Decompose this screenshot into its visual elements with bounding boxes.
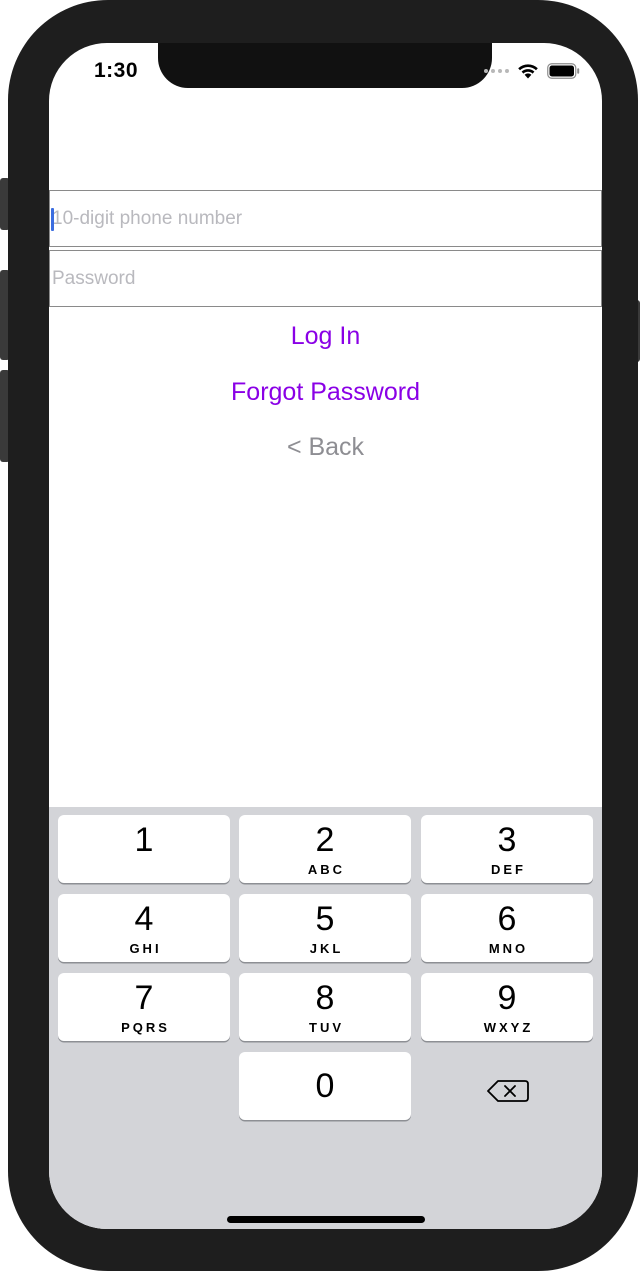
- password-input[interactable]: [50, 251, 601, 306]
- forgot-password-button[interactable]: Forgot Password: [49, 378, 602, 407]
- key-2[interactable]: 2 ABC: [239, 815, 411, 883]
- key-8[interactable]: 8 TUV: [239, 973, 411, 1041]
- key-digit: 8: [315, 979, 335, 1017]
- key-3[interactable]: 3 DEF: [421, 815, 593, 883]
- key-digit: 0: [315, 1067, 335, 1105]
- key-letters: PQRS: [121, 1020, 170, 1035]
- signal-dots-icon: [484, 68, 509, 73]
- key-letters: WXYZ: [483, 1020, 534, 1035]
- key-5[interactable]: 5 JKL: [239, 894, 411, 962]
- phone-number-input[interactable]: [50, 191, 601, 246]
- key-4[interactable]: 4 GHI: [58, 894, 230, 962]
- key-digit: 7: [134, 979, 154, 1017]
- battery-icon: [547, 62, 580, 79]
- status-icons: [484, 62, 580, 79]
- backspace-key[interactable]: [459, 1071, 559, 1111]
- key-letters: DEF: [491, 862, 526, 877]
- notch: [158, 43, 492, 88]
- key-letters: ABC: [307, 862, 346, 877]
- key-6[interactable]: 6 MNO: [421, 894, 593, 962]
- key-digit: 6: [497, 900, 517, 938]
- key-digit: 5: [315, 900, 335, 938]
- key-letters: GHI: [129, 941, 162, 956]
- wifi-icon: [518, 64, 538, 79]
- key-letters: MNO: [488, 941, 529, 956]
- status-time: 1:30: [94, 59, 139, 82]
- log-in-button[interactable]: Log In: [49, 322, 602, 351]
- key-letters: TUV: [309, 1020, 344, 1035]
- key-digit: 3: [497, 821, 517, 859]
- key-digit: 9: [497, 979, 517, 1017]
- key-7[interactable]: 7 PQRS: [58, 973, 230, 1041]
- password-field-container: [49, 250, 602, 307]
- key-digit: 2: [315, 821, 335, 859]
- back-button[interactable]: < Back: [49, 433, 602, 462]
- text-cursor: [51, 208, 54, 231]
- key-9[interactable]: 9 WXYZ: [421, 973, 593, 1041]
- key-1[interactable]: 1: [58, 815, 230, 883]
- home-indicator: [227, 1216, 425, 1223]
- key-digit: 1: [134, 821, 154, 859]
- key-digit: 4: [134, 900, 154, 938]
- screen: 1:30 Log In F: [49, 43, 602, 1229]
- device-frame: 1:30 Log In F: [0, 0, 640, 1271]
- key-letters: JKL: [309, 941, 344, 956]
- phone-number-field-container: [49, 190, 602, 247]
- delete-left-icon: [487, 1080, 529, 1102]
- key-0[interactable]: 0: [239, 1052, 411, 1120]
- numeric-keypad: 1 2 ABC 3 DEF 4 GHI 5 JKL 6 MNO 7 PQRS 8…: [49, 807, 602, 1229]
